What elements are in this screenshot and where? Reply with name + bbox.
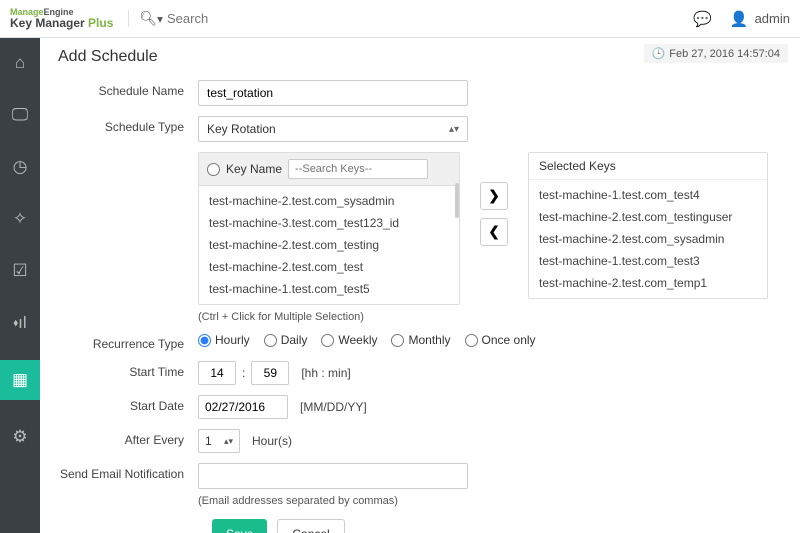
schedule-name-input[interactable] <box>198 80 468 106</box>
chevron-updown-icon: ▴▾ <box>449 124 459 135</box>
date-hint: [MM/DD/YY] <box>300 400 367 414</box>
radio-hourly[interactable]: Hourly <box>198 333 250 347</box>
clock-icon: 🕒 <box>652 47 666 60</box>
top-right: 💬 👤 admin <box>693 10 790 28</box>
radio-monthly[interactable]: Monthly <box>391 333 450 347</box>
user-name: admin <box>755 11 790 26</box>
move-right-button[interactable]: ❯ <box>480 182 508 210</box>
key-name-label: Key Name <box>226 162 282 176</box>
global-search[interactable]: 🔍︎▾ <box>128 10 693 27</box>
list-item[interactable]: test-machine-1.test.com_test4 <box>529 184 767 206</box>
save-button[interactable]: Save <box>212 519 267 533</box>
sidebar-home[interactable]: ⌂ <box>0 48 40 78</box>
start-hour-input[interactable] <box>198 361 236 385</box>
cancel-button[interactable]: Cancel <box>277 519 344 533</box>
radio-weekly[interactable]: Weekly <box>321 333 377 347</box>
key-search-input[interactable] <box>288 159 428 179</box>
list-item[interactable]: test-machine-2.test.com_testinguser <box>529 206 767 228</box>
schedule-type-value: Key Rotation <box>207 122 276 136</box>
user-icon: 👤 <box>730 10 749 28</box>
after-every-input[interactable]: 1 ▴▾ <box>198 429 240 453</box>
label-after-every: After Every <box>58 429 198 447</box>
brand-logo: ManageEngine Key Manager Plus <box>10 8 113 29</box>
key-selection: Key Name test-machine-2.test.com_sysadmi… <box>198 152 782 305</box>
selection-hint: (Ctrl + Click for Multiple Selection) <box>198 311 782 323</box>
move-left-button[interactable]: ❮ <box>480 218 508 246</box>
schedule-type-select[interactable]: Key Rotation ▴▾ <box>198 116 468 142</box>
user-menu[interactable]: 👤 admin <box>730 10 790 28</box>
label-schedule-name: Schedule Name <box>58 80 198 98</box>
available-keys-header: Key Name <box>199 153 459 186</box>
timestamp-badge: 🕒 Feb 27, 2016 14:57:04 <box>644 44 788 63</box>
label-send-email: Send Email Notification <box>58 463 198 481</box>
list-item[interactable]: test-machine-2.test.com_testing <box>199 234 459 256</box>
search-input[interactable] <box>167 11 367 26</box>
start-date-input[interactable] <box>198 395 288 419</box>
available-keys-items[interactable]: test-machine-2.test.com_sysadmin test-ma… <box>199 186 459 304</box>
radio-daily[interactable]: Daily <box>264 333 308 347</box>
selected-keys-header: Selected Keys <box>529 153 767 180</box>
key-name-radio[interactable] <box>207 163 220 176</box>
main-content: 🕒 Feb 27, 2016 14:57:04 Add Schedule Sch… <box>40 38 800 533</box>
label-start-time: Start Time <box>58 361 198 379</box>
radio-once[interactable]: Once only <box>465 333 536 347</box>
selected-keys-list: Selected Keys test-machine-1.test.com_te… <box>528 152 768 299</box>
hours-unit: Hour(s) <box>252 434 292 448</box>
sidebar-tasks[interactable]: ☑ <box>0 256 40 286</box>
selected-keys-items[interactable]: test-machine-1.test.com_test4 test-machi… <box>529 180 767 298</box>
available-keys-list: Key Name test-machine-2.test.com_sysadmi… <box>198 152 460 305</box>
top-bar: ManageEngine Key Manager Plus 🔍︎▾ 💬 👤 ad… <box>0 0 800 38</box>
label-start-date: Start Date <box>58 395 198 413</box>
sidebar-monitor[interactable]: 🖵 <box>0 100 40 130</box>
sidebar-tools[interactable]: ✧ <box>0 204 40 234</box>
timestamp-text: Feb 27, 2016 14:57:04 <box>669 48 780 60</box>
chat-icon[interactable]: 💬 <box>693 10 712 28</box>
email-hint: (Email addresses separated by commas) <box>198 495 782 507</box>
sidebar: ⌂ 🖵 ◷ ✧ ☑ ⬪ıl ▦ ⚙ <box>0 38 40 533</box>
sidebar-settings[interactable]: ⚙ <box>0 422 40 452</box>
list-item[interactable]: test-machine-2.test.com_sysadmin <box>199 190 459 212</box>
label-schedule-type: Schedule Type <box>58 116 198 134</box>
list-item[interactable]: test-machine-2.test.com_temp1 <box>529 272 767 294</box>
time-hint: [hh : min] <box>301 366 350 380</box>
list-item[interactable]: test-machine-2.test.com_sysadmin <box>529 228 767 250</box>
form-buttons: Save Cancel <box>212 519 782 533</box>
recurrence-radio-group: Hourly Daily Weekly Monthly Once only <box>198 333 782 347</box>
brand-product: Key Manager <box>10 16 88 30</box>
chevron-updown-icon[interactable]: ▴▾ <box>224 436 233 447</box>
search-icon: 🔍︎▾ <box>139 10 163 27</box>
email-input[interactable] <box>198 463 468 489</box>
sidebar-schedule[interactable]: ▦ <box>0 360 40 400</box>
scrollbar[interactable] <box>455 183 459 218</box>
list-item[interactable]: test-machine-2.test.com_test <box>199 256 459 278</box>
move-buttons: ❯ ❮ <box>480 182 508 246</box>
start-minute-input[interactable] <box>251 361 289 385</box>
list-item[interactable]: test-machine-1.test.com_test3 <box>529 250 767 272</box>
label-recurrence-type: Recurrence Type <box>58 333 198 351</box>
sidebar-reports[interactable]: ⬪ıl <box>0 308 40 338</box>
sidebar-history[interactable]: ◷ <box>0 152 40 182</box>
list-item[interactable]: test-machine-1.test.com_test5 <box>199 278 459 300</box>
brand-plus: Plus <box>88 16 113 30</box>
list-item[interactable]: test-machine-3.test.com_test123_id <box>199 212 459 234</box>
